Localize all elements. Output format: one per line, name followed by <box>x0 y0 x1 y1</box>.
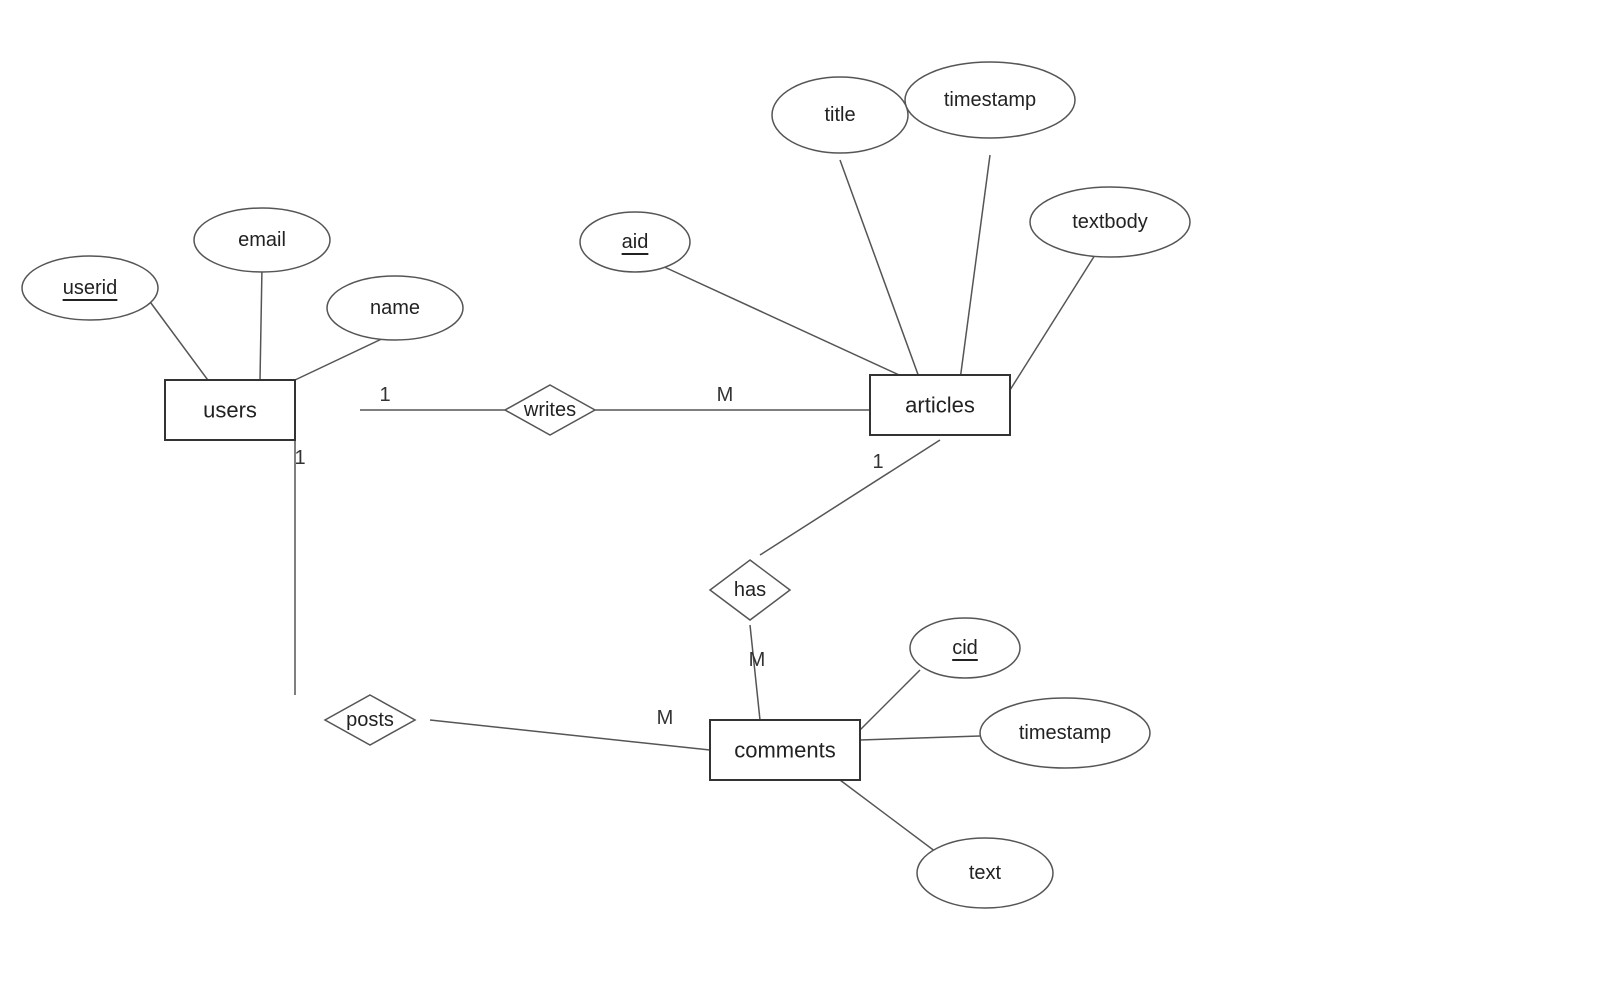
line-articles-title <box>840 160 920 380</box>
rel-has-label: has <box>734 579 766 601</box>
attr-timestamp-comments-label: timestamp <box>1019 722 1111 744</box>
line-articles-timestamp <box>960 155 990 380</box>
card-m-writes-right: M <box>717 384 734 406</box>
line-has-comments <box>750 625 760 720</box>
card-1-articles-down: 1 <box>872 451 883 473</box>
entity-comments-label: comments <box>734 738 835 763</box>
attr-text-label: text <box>969 862 1002 884</box>
card-m-has-bottom: M <box>749 649 766 671</box>
attr-title-label: title <box>824 104 855 126</box>
attr-timestamp-articles-label: timestamp <box>944 89 1036 111</box>
attr-aid-label: aid <box>622 231 649 253</box>
line-articles-textbody <box>1010 255 1095 390</box>
line-articles-aid <box>660 265 910 380</box>
er-diagram: 1 M 1 1 M M users articles comments writ… <box>0 0 1606 998</box>
rel-posts-label: posts <box>346 709 394 731</box>
line-users-email <box>260 267 262 380</box>
attr-userid-label: userid <box>63 277 117 299</box>
line-comments-text <box>840 780 940 855</box>
card-1-users-down: 1 <box>294 447 305 469</box>
attr-email-label: email <box>238 229 286 251</box>
rel-writes-label: writes <box>523 399 576 421</box>
entity-users-label: users <box>203 398 257 423</box>
attr-textbody-label: textbody <box>1072 211 1148 233</box>
card-m-posts-right: M <box>657 707 674 729</box>
entity-articles-label: articles <box>905 393 975 418</box>
line-users-name <box>295 335 390 380</box>
line-comments-cid <box>860 670 920 730</box>
attr-name-label: name <box>370 297 420 319</box>
card-1-writes-left: 1 <box>379 384 390 406</box>
attr-cid-label: cid <box>952 637 978 659</box>
line-articles-has <box>760 440 940 555</box>
